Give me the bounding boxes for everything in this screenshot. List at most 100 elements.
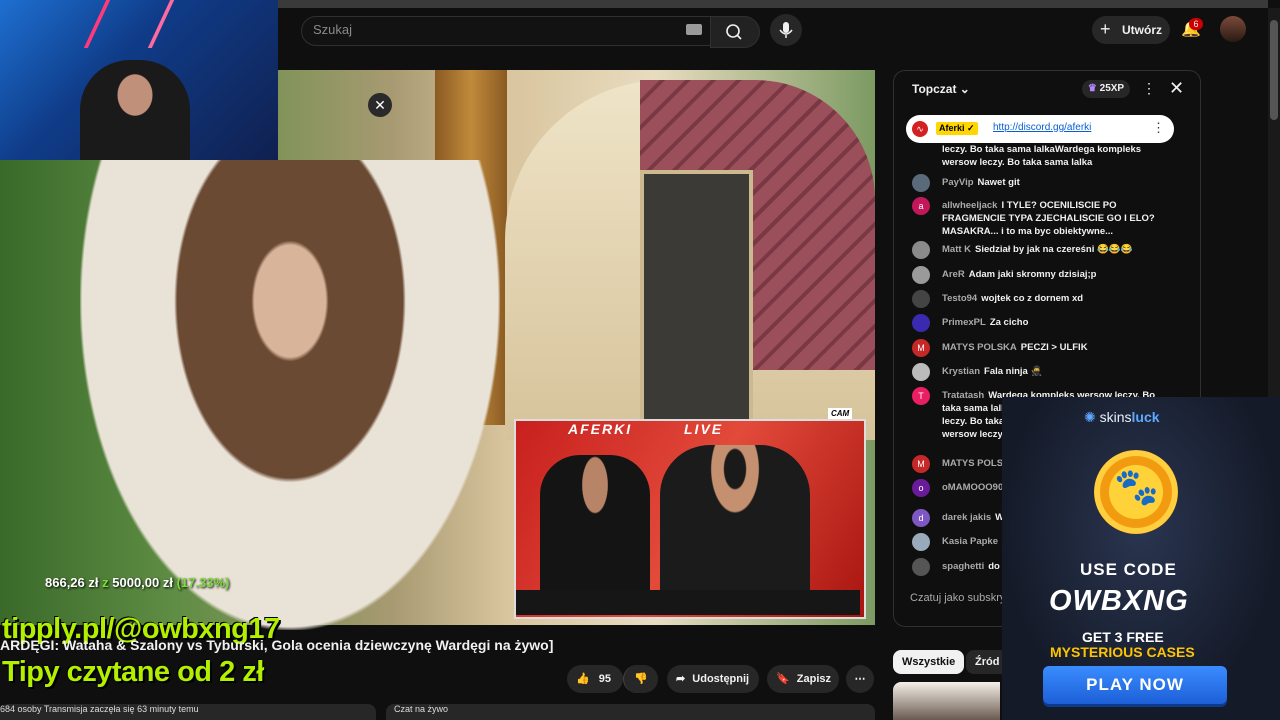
chat-username[interactable]: Testo94 bbox=[942, 293, 977, 304]
chat-username[interactable]: Tratatash bbox=[942, 390, 984, 401]
chat-message[interactable]: Testo94 wojtek co z dornem xd bbox=[942, 292, 1157, 305]
like-count: 95 bbox=[598, 673, 612, 685]
pinned-more-icon[interactable]: ⋮ bbox=[1152, 120, 1165, 136]
close-icon[interactable]: ✕ bbox=[1169, 78, 1184, 99]
ad-promo-code: OWBXNG bbox=[1049, 585, 1189, 617]
close-overlay-button[interactable]: ✕ bbox=[368, 93, 392, 117]
chat-avatar[interactable] bbox=[912, 241, 930, 259]
chat-message-text: Za cicho bbox=[989, 317, 1029, 328]
mic-icon bbox=[779, 22, 793, 38]
chat-avatar[interactable] bbox=[912, 174, 930, 192]
chat-username[interactable]: Matt K bbox=[942, 244, 971, 255]
chat-message[interactable]: MATYS POLSKA PECZI > ULFIK bbox=[942, 341, 1157, 354]
donation-percent: (17.33%) bbox=[176, 575, 230, 590]
share-icon: ➦ bbox=[676, 673, 686, 685]
tips-overlay: Tipy czytane od 2 zł bbox=[2, 656, 264, 688]
chip-all[interactable]: Wszystkie bbox=[893, 650, 965, 674]
pinned-author-name: Aferki bbox=[939, 123, 965, 133]
ad-brand-icon: ✺ bbox=[1084, 409, 1096, 425]
video-scene-door bbox=[640, 170, 753, 433]
crown-icon: ♛ bbox=[1087, 83, 1097, 94]
chat-message-text: Fala ninja 🥷 bbox=[984, 366, 1043, 377]
live-chat-label: Czat na żywo bbox=[394, 704, 449, 714]
chat-username[interactable]: allwheeljack bbox=[942, 200, 997, 211]
inset-cam-label: CAM bbox=[828, 408, 853, 419]
pinned-link[interactable]: http://discord.gg/aferki bbox=[993, 122, 1091, 133]
chat-username[interactable]: darek jakis bbox=[942, 512, 991, 523]
donation-sep: z bbox=[102, 575, 109, 590]
ad-offer: GET 3 FREE bbox=[1082, 629, 1164, 645]
chat-mode-label: Topczat bbox=[912, 82, 957, 96]
chat-message[interactable]: AreR Adam jaki skromny dzisiaj;p bbox=[942, 268, 1157, 281]
chat-username[interactable]: spaghetti bbox=[942, 561, 984, 572]
chat-avatar[interactable]: M bbox=[912, 455, 930, 473]
donation-goal-amount: 5000,00 zł bbox=[112, 575, 173, 590]
xp-value: 25XP bbox=[1099, 83, 1125, 94]
scrollbar-thumb[interactable] bbox=[1270, 20, 1278, 120]
notification-badge: 6 bbox=[1189, 18, 1203, 30]
share-label: Udostępnij bbox=[692, 673, 750, 685]
recommended-thumbnail[interactable] bbox=[893, 682, 1000, 720]
inset-person-right bbox=[660, 445, 810, 605]
chat-avatar[interactable] bbox=[912, 290, 930, 308]
chat-username[interactable]: AreR bbox=[942, 269, 965, 280]
chat-avatar[interactable] bbox=[912, 533, 930, 551]
search-placeholder: Szukaj bbox=[313, 22, 353, 37]
share-button[interactable]: ➦ Udostępnij bbox=[667, 665, 759, 693]
chat-message-text: leczy. Bo taka sama lalkaWardega komplek… bbox=[942, 144, 1142, 168]
search-input[interactable] bbox=[301, 16, 711, 46]
more-button[interactable]: ⋯ bbox=[846, 665, 874, 693]
chat-username[interactable]: PrimexPL bbox=[942, 317, 986, 328]
chat-username[interactable]: PayVip bbox=[942, 177, 974, 188]
inset-live-label: LIVE bbox=[684, 421, 724, 437]
chat-username[interactable]: Kasia Papke bbox=[942, 536, 998, 547]
account-avatar[interactable] bbox=[1220, 16, 1246, 42]
chat-message-text: do bbox=[988, 561, 1000, 572]
chat-username[interactable]: Krystian bbox=[942, 366, 980, 377]
chat-message-text: Adam jaki skromny dzisiaj;p bbox=[968, 269, 1097, 280]
donation-current: 866,26 zł bbox=[45, 575, 99, 590]
ad-play-now-button[interactable]: PLAY NOW bbox=[1043, 666, 1227, 704]
video-info-text: 684 osoby Transmisja zaczęła się 63 minu… bbox=[0, 704, 199, 714]
pinned-author: Aferki ✓ bbox=[936, 122, 978, 135]
ad-brand-b: luck bbox=[1131, 409, 1160, 425]
video-info-strip[interactable]: 684 osoby Transmisja zaczęła się 63 minu… bbox=[0, 704, 376, 720]
donation-goal: 866,26 zł z 5000,00 zł (17.33%) bbox=[45, 575, 229, 590]
thumbs-up-icon: 👍 bbox=[576, 673, 590, 685]
chat-avatar[interactable]: a bbox=[912, 197, 930, 215]
chevron-down-icon: ⌄ bbox=[959, 82, 970, 96]
keyboard-icon[interactable] bbox=[686, 24, 702, 35]
save-label: Zapisz bbox=[796, 673, 831, 685]
chat-avatar[interactable]: d bbox=[912, 509, 930, 527]
chat-avatar[interactable]: M bbox=[912, 339, 930, 357]
chat-avatar[interactable]: T bbox=[912, 387, 930, 405]
inset-person-left bbox=[540, 455, 650, 605]
chat-more-icon[interactable]: ⋮ bbox=[1142, 80, 1156, 97]
chat-avatar[interactable] bbox=[912, 558, 930, 576]
pulse-icon: ∿ bbox=[912, 121, 928, 137]
chat-message[interactable]: PayVip Nawet git bbox=[942, 176, 1157, 189]
chat-mode-dropdown[interactable]: Topczat ⌄ bbox=[912, 82, 970, 96]
chat-message[interactable]: Matt K Siedział by jak na czereśni 😂😂😂 bbox=[942, 243, 1157, 256]
chat-username[interactable]: oMAMOOO90 bbox=[942, 482, 1003, 493]
live-chat-replay-strip[interactable]: Czat na żywo bbox=[386, 704, 875, 720]
chat-message[interactable]: allwheeljack I TYLE? OCENILISCIE PO FRAGM… bbox=[942, 199, 1157, 238]
search-icon bbox=[726, 24, 742, 40]
search-button[interactable] bbox=[710, 16, 760, 48]
chat-avatar[interactable] bbox=[912, 363, 930, 381]
chat-message-text: Nawet git bbox=[977, 177, 1020, 188]
voice-search-button[interactable] bbox=[770, 14, 802, 46]
chat-avatar[interactable]: o bbox=[912, 479, 930, 497]
dislike-button[interactable]: 👎 bbox=[623, 665, 658, 693]
chat-message-partial: leczy. Bo taka sama lalkaWardega komplek… bbox=[942, 143, 1157, 169]
save-button[interactable]: 🔖 Zapisz bbox=[767, 665, 839, 693]
like-button[interactable]: 👍 95 bbox=[567, 665, 623, 693]
chat-message[interactable]: PrimexPL Za cicho bbox=[942, 316, 1157, 329]
chat-message-text: Siedział by jak na czereśni 😂😂😂 bbox=[975, 244, 1133, 255]
inset-desk bbox=[516, 590, 860, 615]
chat-avatar[interactable] bbox=[912, 314, 930, 332]
chat-message[interactable]: Krystian Fala ninja 🥷 bbox=[942, 365, 1157, 378]
chat-username[interactable]: MATYS POLSKA bbox=[942, 342, 1017, 353]
chat-avatar[interactable] bbox=[912, 266, 930, 284]
xp-badge[interactable]: ♛ 25XP bbox=[1082, 80, 1130, 98]
